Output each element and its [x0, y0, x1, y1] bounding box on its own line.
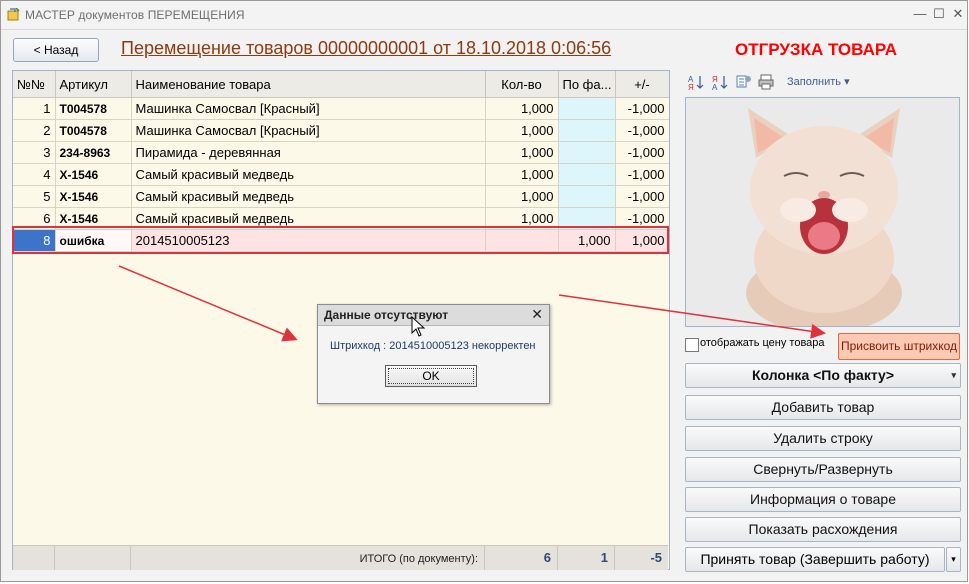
- show-price-checkbox[interactable]: [685, 338, 699, 352]
- footer-cell: [13, 546, 55, 570]
- row-article: 234-8963: [55, 141, 132, 164]
- svg-text:A: A: [712, 83, 718, 91]
- row-article: X-1546: [55, 163, 132, 186]
- row-number: 2: [13, 119, 56, 142]
- table-row[interactable]: 3 234-8963 Пирамида - деревянная 1,000 -…: [13, 141, 669, 164]
- row-number: 4: [13, 163, 56, 186]
- footer-fact-total: 1: [558, 546, 615, 570]
- row-article: X-1546: [55, 185, 132, 208]
- row-number: 5: [13, 185, 56, 208]
- assign-barcode-button[interactable]: Присвоить штрихкод: [838, 333, 960, 360]
- shipment-status-title: ОТГРУЗКА ТОВАРА: [735, 40, 897, 59]
- row-name: Самый красивый медведь: [131, 163, 486, 186]
- table-header-row: №№ Артикул Наименование товара Кол-во По…: [13, 71, 669, 98]
- row-article: T004578: [55, 97, 132, 120]
- chevron-down-icon: ▾: [844, 76, 850, 88]
- show-price-label: отображать цену товара: [700, 337, 825, 349]
- error-dialog: Данные отсутствуют ✕ Штрихкод : 20145100…: [317, 304, 550, 404]
- delete-row-button[interactable]: Удалить строку: [685, 426, 961, 451]
- minimize-icon[interactable]: —: [913, 7, 927, 21]
- document-title-link[interactable]: Перемещение товаров 00000000001 от 18.10…: [121, 38, 611, 59]
- row-qty: 1,000: [485, 119, 559, 142]
- row-fact[interactable]: [558, 119, 616, 142]
- column-select-label: Колонка <По факту>: [751, 367, 895, 383]
- table-row[interactable]: 4 X-1546 Самый красивый медведь 1,000 -1…: [13, 163, 669, 186]
- print-icon[interactable]: [757, 73, 775, 91]
- app-icon: [7, 8, 20, 21]
- row-qty: 1,000: [485, 163, 559, 186]
- close-icon[interactable]: ✕: [951, 7, 965, 21]
- row-qty: 1,000: [485, 141, 559, 164]
- fill-label: Заполнить: [787, 76, 842, 88]
- column-header-qty[interactable]: Кол-во: [485, 71, 559, 98]
- column-header-diff[interactable]: +/-: [615, 71, 669, 98]
- dialog-message: Штрихкод : 2014510005123 некорректен: [330, 340, 536, 352]
- table-row[interactable]: 2 T004578 Машинка Самосвал [Красный] 1,0…: [13, 119, 669, 142]
- sort-desc-icon[interactable]: Я A: [711, 73, 729, 91]
- svg-text:Я: Я: [688, 83, 694, 91]
- ok-button[interactable]: OK: [385, 365, 477, 387]
- column-header-num[interactable]: №№: [13, 71, 56, 98]
- collapse-expand-button[interactable]: Свернуть/Развернуть: [685, 457, 961, 482]
- column-header-fact[interactable]: По фа...: [558, 71, 616, 98]
- title-bar: МАСТЕР документов ПЕРЕМЕЩЕНИЯ — ☐ ✕: [1, 1, 967, 30]
- footer-diff-total: -5: [650, 550, 662, 565]
- footer-total-label: ИТОГО (по документу):: [359, 553, 478, 565]
- row-name: Пирамида - деревянная: [131, 141, 486, 164]
- table-row[interactable]: 5 X-1546 Самый красивый медведь 1,000 -1…: [13, 185, 669, 208]
- close-icon[interactable]: ✕: [531, 306, 543, 323]
- row-number: 1: [13, 97, 56, 120]
- sort-asc-icon[interactable]: A Я: [687, 73, 705, 91]
- column-header-name[interactable]: Наименование товара: [131, 71, 486, 98]
- error-row-highlight: [12, 226, 669, 254]
- row-name: Самый красивый медведь: [131, 185, 486, 208]
- back-button[interactable]: < Назад: [13, 38, 99, 62]
- row-diff: -1,000: [615, 119, 669, 142]
- row-diff: -1,000: [615, 185, 669, 208]
- row-qty: 1,000: [485, 97, 559, 120]
- accept-goods-button[interactable]: Принять товар (Завершить работу): [685, 547, 945, 572]
- column-header-article[interactable]: Артикул: [55, 71, 132, 98]
- row-fact[interactable]: [558, 163, 616, 186]
- row-article: T004578: [55, 119, 132, 142]
- row-diff: -1,000: [615, 97, 669, 120]
- footer-qty-total: 6: [485, 546, 558, 570]
- product-photo: [685, 97, 960, 327]
- row-fact[interactable]: [558, 97, 616, 120]
- window-title: МАСТЕР документов ПЕРЕМЕЩЕНИЯ: [25, 8, 245, 22]
- row-qty: 1,000: [485, 185, 559, 208]
- row-number: 3: [13, 141, 56, 164]
- accept-menu-chevron-icon[interactable]: ▾: [946, 547, 961, 572]
- table-footer: ИТОГО (по документу): 6 1 -5: [13, 545, 668, 570]
- dialog-title: Данные отсутствуют: [324, 308, 449, 322]
- product-info-button[interactable]: Информация о товаре: [685, 487, 961, 512]
- main-window: МАСТЕР документов ПЕРЕМЕЩЕНИЯ — ☐ ✕ < На…: [0, 0, 968, 582]
- row-name: Машинка Самосвал [Красный]: [131, 119, 486, 142]
- footer-cell: [55, 546, 131, 570]
- kitten-image: [686, 98, 959, 326]
- table-row[interactable]: 1 T004578 Машинка Самосвал [Красный] 1,0…: [13, 97, 669, 120]
- show-discrepancies-button[interactable]: Показать расхождения: [685, 517, 961, 542]
- fill-dropdown[interactable]: Заполнить ▾: [787, 75, 850, 88]
- row-diff: -1,000: [615, 141, 669, 164]
- column-select-button[interactable]: Колонка <По факту> ▾: [685, 363, 961, 388]
- maximize-icon[interactable]: ☐: [932, 7, 946, 21]
- settings-list-icon[interactable]: [735, 73, 753, 91]
- chevron-down-icon: ▾: [951, 370, 956, 380]
- row-fact[interactable]: [558, 141, 616, 164]
- row-fact[interactable]: [558, 185, 616, 208]
- add-product-button[interactable]: Добавить товар: [685, 395, 961, 420]
- row-diff: -1,000: [615, 163, 669, 186]
- dialog-title-bar: Данные отсутствуют ✕: [318, 305, 549, 326]
- row-name: Машинка Самосвал [Красный]: [131, 97, 486, 120]
